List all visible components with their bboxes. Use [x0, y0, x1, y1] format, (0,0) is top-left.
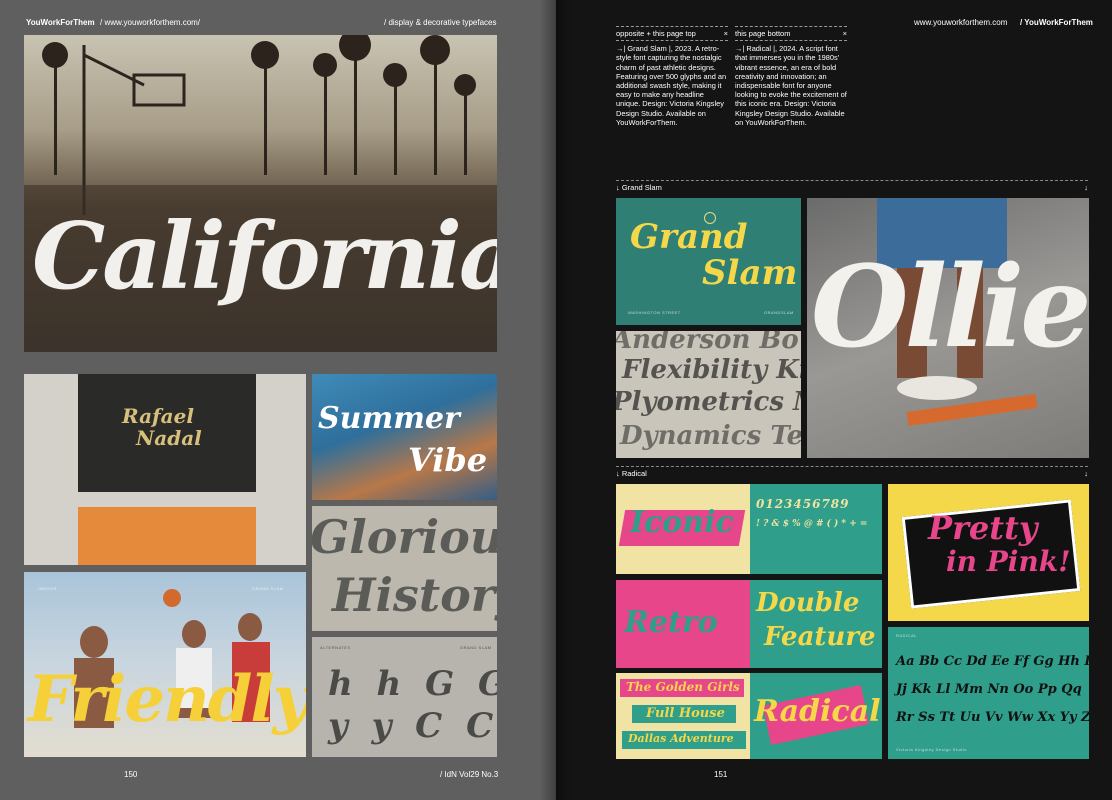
- california-photo: California: [24, 35, 497, 352]
- left-brand: YouWorkForThem: [26, 18, 95, 27]
- grand-caption-right: GRANDSLAM: [764, 310, 794, 315]
- alternates-caption-right: GRAND SLAM: [460, 645, 492, 650]
- close-icon: ×: [842, 29, 847, 38]
- fullhouse-script: Full House: [646, 706, 725, 721]
- alternates-row-2: y y C C: [328, 706, 497, 746]
- close-icon: ×: [723, 29, 728, 38]
- right-page: www.youworkforthem.com / YouWorkForThem …: [556, 0, 1112, 800]
- left-page: YouWorkForThem / www.youworkforthem.com/…: [0, 0, 556, 800]
- glorious-history-poster: Glorious History: [312, 506, 497, 631]
- punctuation-row: ! ? & $ % @ # ( ) * + =: [756, 519, 868, 529]
- alternates-row-1: h h G G: [328, 664, 497, 704]
- radical-caption: RADICAL: [896, 633, 917, 638]
- section-title: / display & decorative typefaces: [384, 18, 497, 27]
- retro-double-feature-poster: Retro Double Feature: [616, 580, 882, 668]
- iconic-script: Iconic: [630, 505, 734, 540]
- section-grand-slam-label: ↓ Grand Slam: [616, 183, 662, 192]
- retro-script: Retro: [624, 605, 718, 640]
- california-script: California: [32, 202, 497, 310]
- ollie-script: Ollie: [811, 242, 1089, 373]
- friendly-photo: INDOOR GRAND SLAM Friendly: [24, 572, 306, 757]
- alternates-card: ALTERNATES GRAND SLAM h h G G y y C C: [312, 637, 497, 757]
- rafael-script: Rafael: [122, 404, 194, 428]
- dallas-script: Dallas Adventure: [628, 732, 734, 745]
- flexibility-poster: Anderson Bo Flexibility Kine Plyometrics…: [616, 331, 801, 458]
- friendly-script: Friendly: [28, 662, 306, 737]
- alphabet-row-3: Rr Ss Tt Uu Vv Ww Xx Yy Zz: [896, 710, 1089, 725]
- column-1-tab: opposite + this page top ×: [616, 26, 728, 42]
- feature-script: Feature: [764, 622, 876, 652]
- section-grand-slam: ↓ Grand Slam ↓: [616, 180, 1088, 193]
- flex-line-1: Anderson Bo: [616, 331, 799, 355]
- flex-line-4: Dynamics Tends: [620, 421, 801, 451]
- arrow-down-icon: ↓: [1084, 469, 1088, 478]
- section-radical: ↓ Radical ↓: [616, 466, 1088, 479]
- issue-label: / IdN Vol29 No.3: [440, 770, 499, 779]
- right-page-number: 151: [714, 770, 728, 779]
- vibe-script: Vibe: [408, 441, 488, 479]
- radical-script: Radical: [754, 694, 881, 729]
- iconic-poster: Iconic 0123456789 ! ? & $ % @ # ( ) * + …: [616, 484, 882, 574]
- in-pink-script: in Pink!: [946, 545, 1071, 578]
- section-radical-label: ↓ Radical: [616, 469, 647, 478]
- orange-card: [78, 507, 256, 565]
- golden-girls-radical-poster: The Golden Girls Full House Dallas Adven…: [616, 673, 882, 759]
- glorious-script: Glorious: [312, 510, 497, 564]
- grand-slam-description: opposite + this page top × →| Grand Slam…: [616, 26, 728, 127]
- slam-script: Slam: [702, 253, 798, 293]
- grand-caption: WASHINGTON STREET: [628, 310, 681, 315]
- alphabet-row-1: Aa Bb Cc Dd Ee Ff Gg Hh Ii: [896, 654, 1089, 669]
- left-url: / www.youworkforthem.com/: [100, 18, 201, 27]
- ollie-photo: Ollie: [807, 198, 1089, 458]
- pretty-script: Pretty: [928, 509, 1038, 547]
- column-2-text: →| Radical |, 2024. A script font that i…: [735, 44, 847, 127]
- summer-script: Summer: [318, 401, 460, 436]
- digits-row: 0123456789: [756, 497, 850, 511]
- grand-slam-cover: Grand Slam WASHINGTON STREET GRANDSLAM: [616, 198, 801, 325]
- column-1-tab-label: opposite + this page top: [616, 29, 696, 38]
- flex-line-2: Flexibility Kine: [622, 355, 801, 385]
- golden-script: The Golden Girls: [626, 680, 740, 694]
- column-2-tab: this page bottom ×: [735, 26, 847, 42]
- alternates-caption-left: ALTERNATES: [320, 645, 351, 650]
- radical-description: this page bottom × →| Radical |, 2024. A…: [735, 26, 847, 127]
- alphabet-specimen: RADICAL Aa Bb Cc Dd Ee Ff Gg Hh Ii Jj Kk…: [888, 627, 1089, 759]
- double-script: Double: [756, 588, 860, 618]
- history-script: History: [332, 568, 497, 622]
- right-url: www.youworkforthem.com: [914, 18, 1008, 27]
- column-1-text: →| Grand Slam |, 2023. A retro-style fon…: [616, 44, 727, 127]
- summer-vibe-photo: Summer Vibe: [312, 374, 497, 500]
- grand-script: Grand: [630, 217, 748, 257]
- right-brand: / YouWorkForThem: [1020, 18, 1093, 27]
- pretty-in-pink-poster: Pretty in Pink!: [888, 484, 1089, 621]
- rafael-nadal-mockup: Rafael Nadal: [24, 374, 306, 565]
- magazine-spread: YouWorkForThem / www.youworkforthem.com/…: [0, 0, 1112, 800]
- nadal-script: Nadal: [136, 426, 202, 450]
- flex-line-3: Plyometrics Mo: [616, 387, 801, 417]
- arrow-down-icon: ↓: [1084, 183, 1088, 192]
- left-page-number: 150: [124, 770, 138, 779]
- radical-caption-right: Victoria Kingsley Design Studio: [896, 747, 968, 752]
- column-2-tab-label: this page bottom: [735, 29, 791, 38]
- alphabet-row-2: Jj Kk Ll Mm Nn Oo Pp Qq: [896, 682, 1082, 697]
